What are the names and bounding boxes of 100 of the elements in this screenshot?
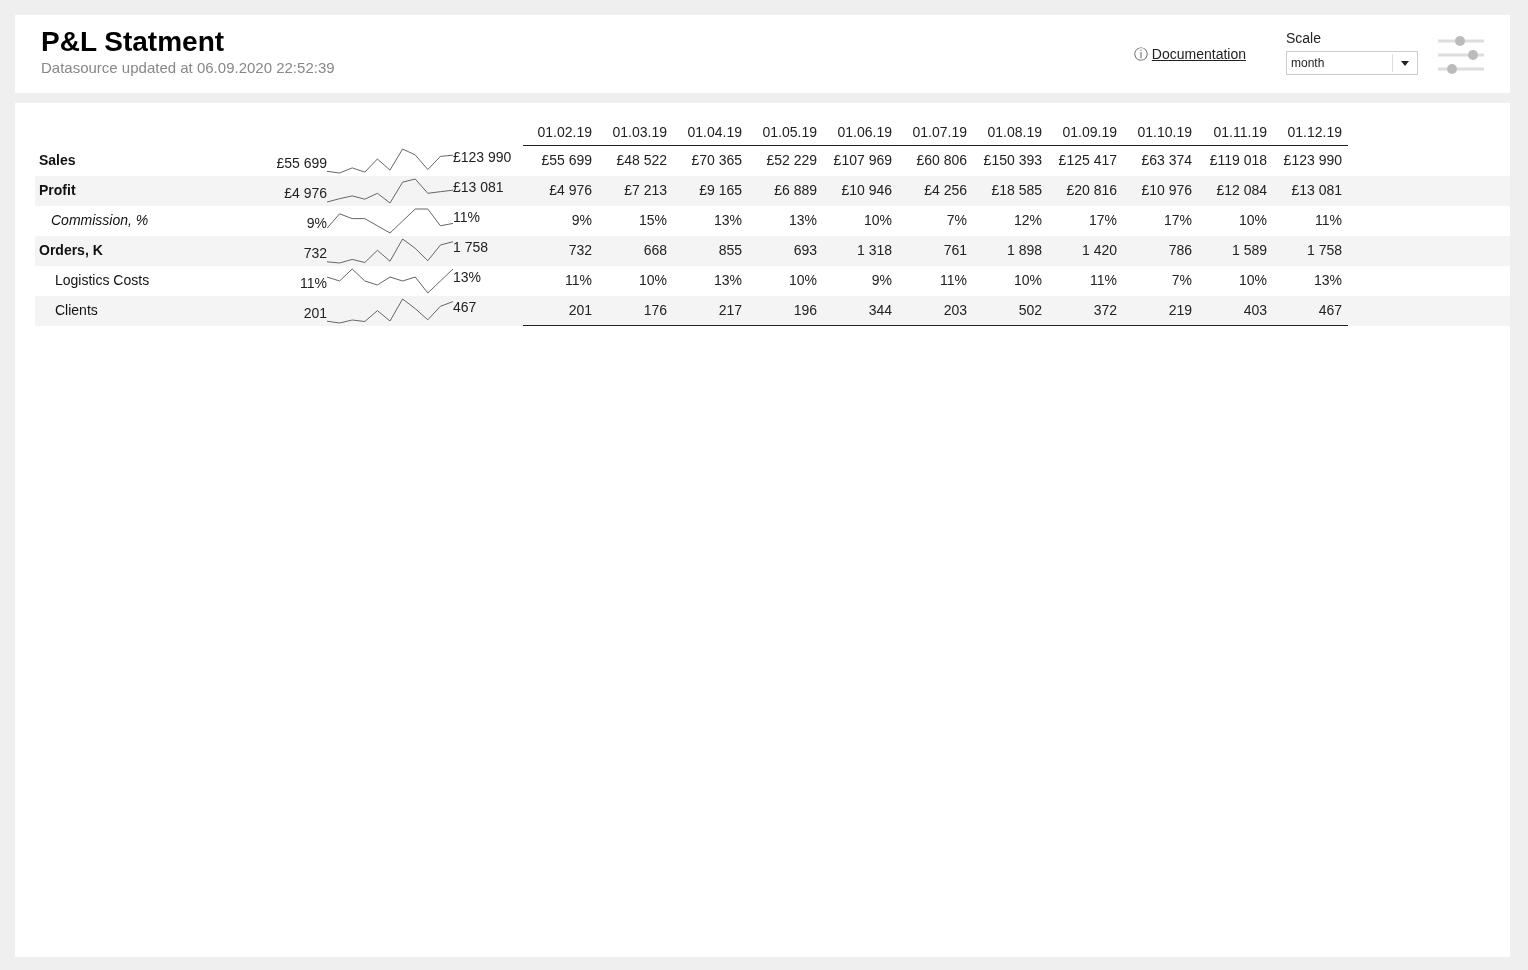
table-cell-text: £4 256 (923, 181, 968, 200)
table-cell-text: 1 758 (1305, 241, 1343, 260)
table-cell-text: £13 081 (1290, 181, 1343, 200)
table-cell-text: 668 (642, 241, 668, 260)
table-cell-text: 1 898 (1005, 241, 1043, 260)
settings-icon[interactable] (1438, 35, 1484, 75)
sparkline-end-value: 467 (453, 298, 477, 317)
table-cell-text: 10% (1237, 211, 1268, 230)
table-cell-text: 786 (1167, 241, 1193, 260)
table-cell-text: 11% (564, 271, 593, 290)
table-cell-text: 732 (567, 241, 593, 260)
column-header: 01.02.19 (536, 123, 593, 142)
datasource-updated-text: Datasource updated at 06.09.2020 22:52:39 (41, 59, 335, 77)
table-cell-text: 10% (637, 271, 668, 290)
table-cell-text: 10% (1012, 271, 1043, 290)
scale-dropdown[interactable]: month (1286, 51, 1418, 75)
row-label: Clients (54, 301, 99, 320)
table-cell-text: 1 420 (1080, 241, 1118, 260)
table-cell-text: 217 (717, 301, 743, 320)
table-cell-text: 10% (1237, 271, 1268, 290)
row-label: Orders, K (38, 241, 104, 260)
table-cell-text: £4 976 (548, 181, 593, 200)
table-cell-text: £9 165 (698, 181, 743, 200)
table-cell-text: 13% (1312, 271, 1343, 290)
table-cell-text: 7% (945, 211, 968, 230)
table-cell-text: 201 (567, 301, 593, 320)
sparkline-start-value: £4 976 (283, 184, 327, 203)
table-cell-text: 467 (1317, 301, 1343, 320)
table-cell-text: 372 (1092, 301, 1118, 320)
table-cell-text: 1 589 (1230, 241, 1268, 260)
table-cell-text: £60 806 (915, 151, 968, 170)
sparkline-end-value: 1 758 (453, 238, 489, 257)
table-cell-text: £48 522 (615, 151, 668, 170)
table-cell-text: 761 (942, 241, 968, 260)
column-header: 01.11.19 (1212, 123, 1268, 142)
table-cell-text: 17% (1087, 211, 1118, 230)
report-title: P&L Statment (41, 25, 226, 59)
column-header: 01.05.19 (761, 123, 818, 142)
table-cell-text: 344 (867, 301, 893, 320)
table-cell-text: £20 816 (1065, 181, 1118, 200)
table-cell-text: £150 393 (982, 151, 1043, 170)
table-cell-text: 9% (870, 271, 893, 290)
table-cell-text: 17% (1162, 211, 1193, 230)
sparkline-end-value: £13 081 (453, 178, 504, 197)
row-label: Sales (38, 151, 77, 170)
documentation-link[interactable]: Documentation (1151, 44, 1246, 65)
table-cell-text: 13% (712, 211, 743, 230)
column-header: 01.06.19 (836, 123, 893, 142)
table-cell-text: £107 969 (832, 151, 893, 170)
table-cell-text: 13% (787, 211, 818, 230)
table-cell-text: 693 (792, 241, 818, 260)
table-cell-text: 7% (1170, 271, 1193, 290)
table-cell-text: 13% (712, 271, 743, 290)
sparkline-start-value: 9% (305, 214, 327, 233)
table-cell-text: 203 (942, 301, 968, 320)
table-cell-text: 855 (717, 241, 743, 260)
column-header: 01.07.19 (911, 123, 968, 142)
row-label: Logistics Costs (54, 271, 151, 290)
row-label: Commission, % (50, 211, 150, 230)
sparkline-start-value: 11% (299, 274, 327, 293)
table-cell-text: £10 976 (1140, 181, 1193, 200)
table-cell-text: £18 585 (990, 181, 1043, 200)
sparkline-end-value: £123 990 (453, 148, 512, 167)
scale-label: Scale (1286, 29, 1323, 47)
row-label: Profit (38, 181, 77, 200)
table-cell-text: 11% (939, 271, 968, 290)
table-cell-text: £119 018 (1208, 151, 1268, 170)
table-cell-text: £55 699 (540, 151, 593, 170)
sparkline-start-value: 732 (302, 244, 327, 263)
column-header: 01.09.19 (1061, 123, 1118, 142)
sparkline-end-value: 11% (453, 208, 480, 227)
table-cell-text: 12% (1012, 211, 1043, 230)
table-cell-text: 11% (1314, 211, 1343, 230)
caret-icon (1401, 60, 1409, 66)
table-cell-text: £123 990 (1282, 151, 1343, 170)
column-header: 01.12.19 (1286, 123, 1343, 142)
info-icon: ⓘ (1133, 44, 1148, 65)
column-header: 01.04.19 (686, 123, 743, 142)
table-cell-text: 10% (787, 271, 818, 290)
sparkline-start-value: £55 699 (275, 154, 327, 173)
table-cell-text: 11% (1089, 271, 1118, 290)
table-cell-text: 1 318 (855, 241, 893, 260)
table-cell-text: £6 889 (773, 181, 818, 200)
column-header: 01.03.19 (611, 123, 668, 142)
table-cell-text: 15% (637, 211, 668, 230)
table-cell-text: £12 084 (1215, 181, 1268, 200)
table-cell-text: 403 (1242, 301, 1268, 320)
sparkline-end-value: 13% (453, 268, 482, 287)
table-cell-text: £70 365 (690, 151, 743, 170)
table-cell-text: £7 213 (623, 181, 668, 200)
column-header: 01.08.19 (986, 123, 1043, 142)
column-header: 01.10.19 (1136, 123, 1193, 142)
table-cell-text: 196 (792, 301, 818, 320)
table-cell-text: 10% (862, 211, 893, 230)
table-cell-text: £10 946 (840, 181, 893, 200)
table-cell-text: 502 (1017, 301, 1043, 320)
table-cell-text: 9% (570, 211, 593, 230)
table-cell-text: 176 (642, 301, 668, 320)
table-cell-text: £63 374 (1140, 151, 1193, 170)
table-cell-text: £52 229 (765, 151, 818, 170)
